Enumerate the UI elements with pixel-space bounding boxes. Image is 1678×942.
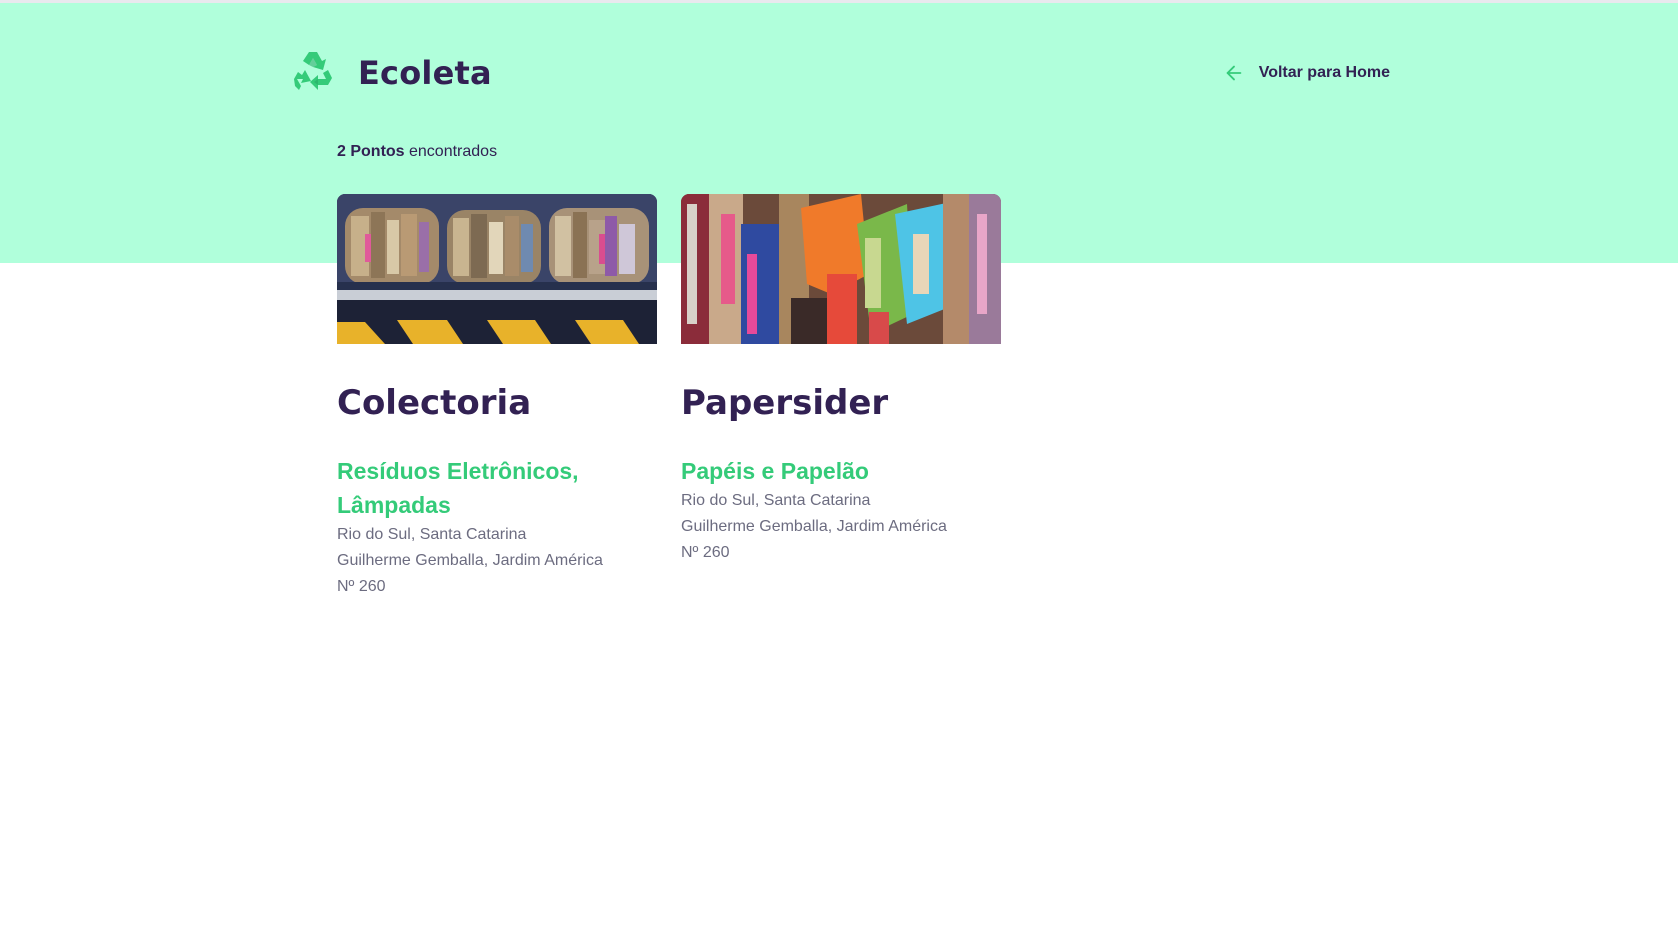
point-name: Colectoria [337, 383, 532, 423]
arrow-left-icon [1226, 65, 1242, 81]
paper-scraps-photo-icon [681, 194, 1001, 344]
point-address: Guilherme Gemballa, Jardim América [681, 518, 947, 535]
brand-name: Ecoleta [358, 54, 492, 92]
point-address: Guilherme Gemballa, Jardim América [337, 552, 603, 569]
cardboard-bales-photo-icon [337, 194, 657, 344]
results-count-suffix: encontrados [404, 143, 498, 160]
point-city: Rio do Sul, Santa Catarina [337, 526, 527, 543]
results-count-number: 2 Pontos [337, 143, 405, 160]
back-home-link[interactable]: Voltar para Home [1223, 62, 1390, 84]
brand[interactable]: Ecoleta [288, 48, 492, 98]
point-card[interactable]: Papersider Papéis e Papelão Rio do Sul, … [681, 194, 1001, 600]
page-header: Ecoleta Voltar para Home [288, 48, 1390, 98]
back-home-label: Voltar para Home [1258, 64, 1390, 81]
points-list: Colectoria Resíduos Eletrônicos, Lâmpada… [337, 194, 1001, 600]
point-number: Nº 260 [681, 544, 730, 561]
point-name: Papersider [681, 383, 889, 423]
point-items: Resíduos Eletrônicos, Lâmpadas [337, 458, 579, 518]
point-card[interactable]: Colectoria Resíduos Eletrônicos, Lâmpada… [337, 194, 657, 600]
recycle-logo-icon [294, 52, 332, 90]
point-image [337, 194, 657, 344]
point-image [681, 194, 1001, 344]
results-count: 2 Pontos encontrados [337, 143, 497, 161]
point-items: Papéis e Papelão [681, 458, 869, 484]
point-city: Rio do Sul, Santa Catarina [681, 492, 871, 509]
point-number: Nº 260 [337, 578, 386, 595]
